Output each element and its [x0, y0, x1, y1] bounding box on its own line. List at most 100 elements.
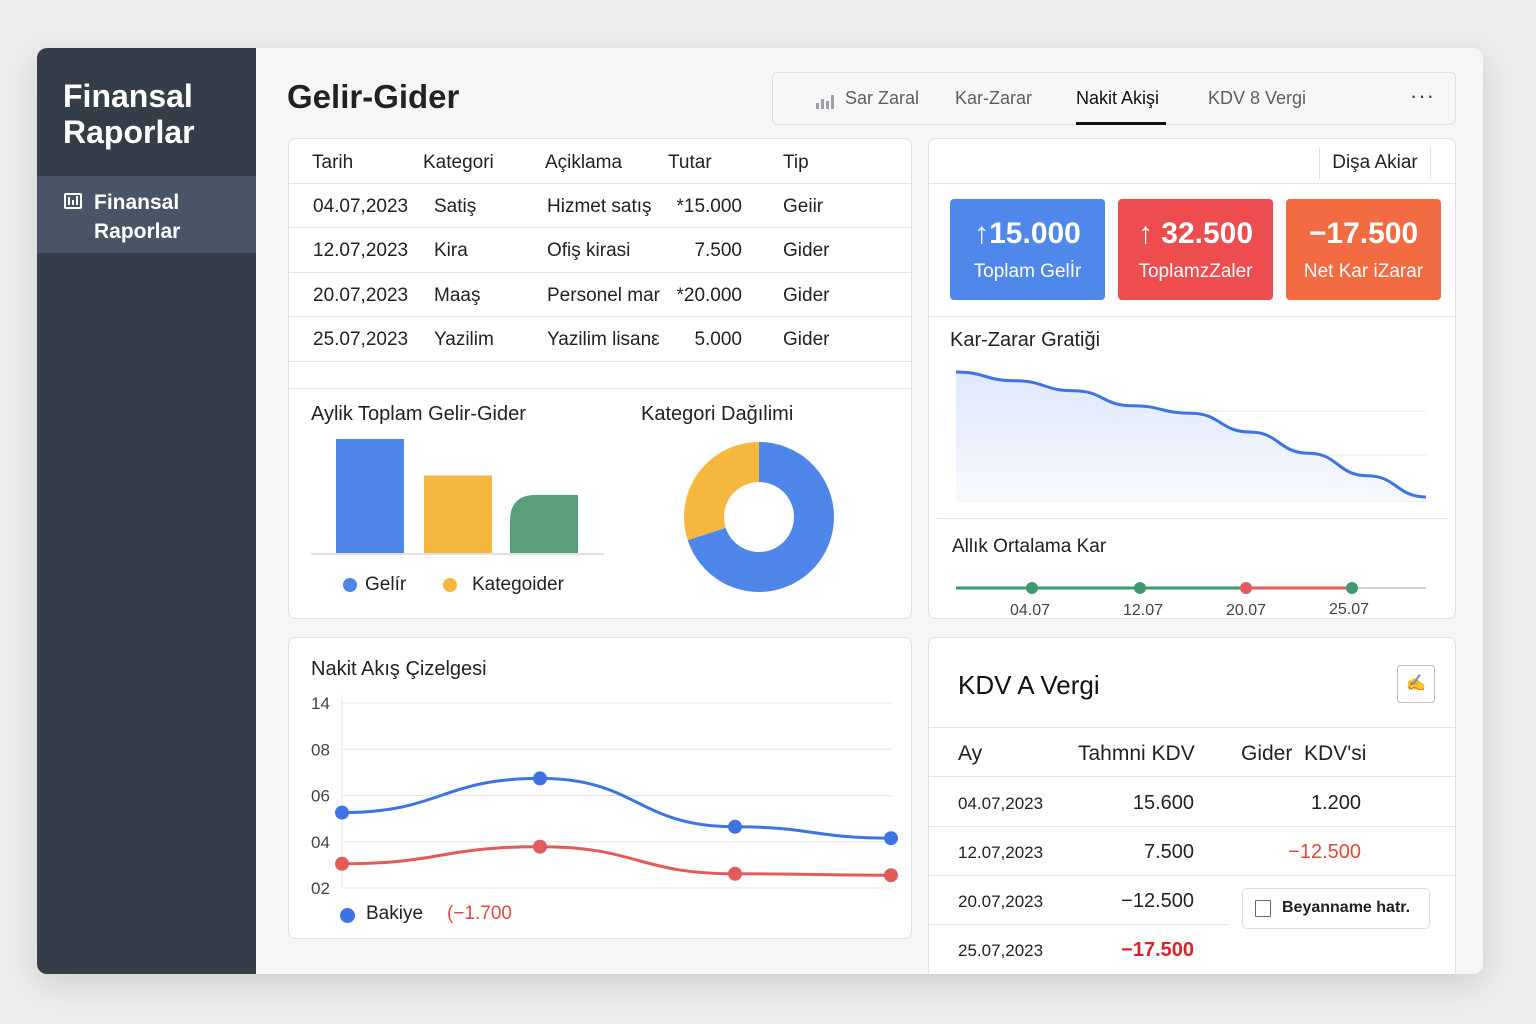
cell-date: 04.07,2023 [958, 794, 1044, 813]
bar [510, 494, 578, 553]
export-button[interactable]: Dişa Akiar [1319, 147, 1431, 179]
divider [289, 388, 911, 389]
cell-date: 25.07,2023 [313, 329, 409, 350]
data-point [533, 771, 547, 786]
series-line [341, 845, 892, 877]
kdv-card: KDV A Vergi ✍ Ay Tahmni KDV Gider KDV'si… [928, 637, 1456, 974]
column-header-expense-kdv[interactable]: Gider KDV'si [1241, 742, 1366, 766]
tab-bar: Sar Zaral Kar-Zarar Nakit Akişi KDV 8 Ve… [772, 72, 1456, 125]
cell-amount: *20.000 [676, 285, 742, 306]
divider [929, 875, 1455, 876]
column-header-estimated-kdv[interactable]: Tahmni KDV [1078, 742, 1195, 766]
app-brand: Finansal Raporlar [63, 78, 195, 150]
data-point [1346, 582, 1358, 594]
cell-type: Gider [783, 240, 830, 261]
avg-chart-title: Allık Ortalama Kar [952, 536, 1107, 557]
column-header-month[interactable]: Ay [958, 742, 982, 766]
data-point [335, 805, 349, 820]
signature-icon[interactable]: ✍ [1397, 665, 1435, 703]
kdv-title: KDV A Vergi [958, 670, 1100, 700]
y-tick-label: 04 [311, 833, 330, 852]
cell-description: Hizmet satış [547, 196, 652, 217]
avg-profit-timeline [956, 582, 1426, 594]
active-tab-indicator [1076, 122, 1166, 125]
pie-slice [684, 442, 759, 541]
legend-label-balance: Bakiye [366, 903, 424, 924]
cell-description: Ofiş kirasi [547, 240, 631, 261]
data-point [728, 866, 742, 881]
column-header-description[interactable]: Açiklama [545, 152, 622, 174]
bar [424, 475, 492, 553]
legend-dot-category [443, 578, 457, 592]
legend-label-category: Kategoider [472, 574, 564, 595]
divider [929, 924, 1229, 925]
x-tick-label: 04.07 [1010, 602, 1051, 619]
x-tick-label: 20.07 [1226, 602, 1267, 619]
y-tick-label: 06 [311, 787, 330, 806]
y-tick-label: 08 [311, 740, 330, 759]
cell-expense: −12.500 [1288, 841, 1361, 863]
column-header-date[interactable]: Tarih [312, 152, 353, 174]
data-point [1240, 582, 1252, 594]
data-point [335, 856, 349, 871]
cell-estimated: −17.500 [1121, 939, 1194, 961]
cell-estimated: 7.500 [1143, 841, 1194, 863]
declaration-button[interactable]: Beyanname hatr. [1242, 888, 1430, 929]
cell-type: Gider [783, 329, 830, 350]
series-line [341, 776, 892, 840]
cashflow-line-chart: 14 08 06 04 02 [311, 694, 898, 898]
bar-chart-icon [64, 193, 82, 209]
divider [289, 272, 911, 273]
divider [929, 776, 1455, 777]
cell-category: Kira [434, 240, 468, 261]
divider [289, 227, 911, 228]
cell-type: Gider [783, 285, 830, 306]
data-point [728, 819, 742, 834]
more-icon[interactable]: ··· [1410, 83, 1435, 109]
bar [336, 439, 404, 553]
cell-estimated: 15.600 [1132, 792, 1194, 814]
column-header-category[interactable]: Kategori [423, 152, 494, 174]
cell-date: 12.07,2023 [313, 240, 409, 261]
legend-dot-income [343, 578, 357, 592]
profit-chart-title: Kar-Zarar Gratiği [950, 329, 1101, 351]
app-window: Finansal Raporlar Finansal Raporlar Geli… [37, 48, 1483, 974]
divider [289, 361, 911, 362]
kpi-net-profit: −17.500 Net Kar iZarar [1286, 199, 1441, 300]
column-header-type[interactable]: Tip [783, 152, 809, 174]
monthly-chart-title: Aylik Toplam Gelir-Gider [311, 403, 526, 425]
divider [937, 518, 1449, 519]
x-tick-label: 25.07 [1329, 601, 1370, 618]
cell-amount: *15.000 [676, 196, 742, 217]
cell-date: 12.07,2023 [958, 843, 1044, 862]
tab-nakit-akisi[interactable]: Nakit Akişi [1076, 88, 1159, 109]
y-tick-label: 02 [311, 879, 330, 898]
divider [929, 183, 1455, 184]
tab-kar-zarar[interactable]: Kar-Zarar [955, 88, 1032, 109]
cell-category: Maaş [434, 285, 481, 306]
tab-kdv-vergi[interactable]: KDV 8 Vergi [1208, 88, 1306, 109]
tab-sar-zaral[interactable]: Sar Zaral [845, 88, 919, 109]
y-tick-label: 14 [311, 694, 330, 713]
divider [289, 316, 911, 317]
cell-estimated: −12.500 [1121, 890, 1194, 912]
area-fill [956, 372, 1426, 501]
category-chart-title: Kategori Dağılimi [641, 403, 794, 425]
cell-category: Yazilim [434, 329, 494, 350]
cell-amount: 5.000 [694, 329, 742, 350]
profit-area-chart [956, 370, 1427, 502]
legend-label-income: Gelír [365, 574, 407, 595]
divider [929, 727, 1455, 728]
cashflow-chart-title: Nakit Akış Çizelgesi [311, 658, 487, 680]
cell-date: 20.07,2023 [313, 285, 409, 306]
divider [289, 183, 911, 184]
column-header-amount[interactable]: Tutar [668, 152, 712, 174]
sidebar-item-finansal-raporlar[interactable]: Finansal Raporlar [37, 176, 256, 253]
sidebar: Finansal Raporlar Finansal Raporlar [37, 48, 256, 974]
cell-date: 20.07,2023 [958, 892, 1044, 911]
sidebar-item-label: Finansal Raporlar [94, 191, 181, 243]
data-point [1026, 582, 1038, 594]
data-point [533, 839, 547, 854]
kpi-total-income: ↑15.000 Toplam Gelİr [950, 199, 1105, 300]
category-donut-chart [684, 442, 834, 592]
